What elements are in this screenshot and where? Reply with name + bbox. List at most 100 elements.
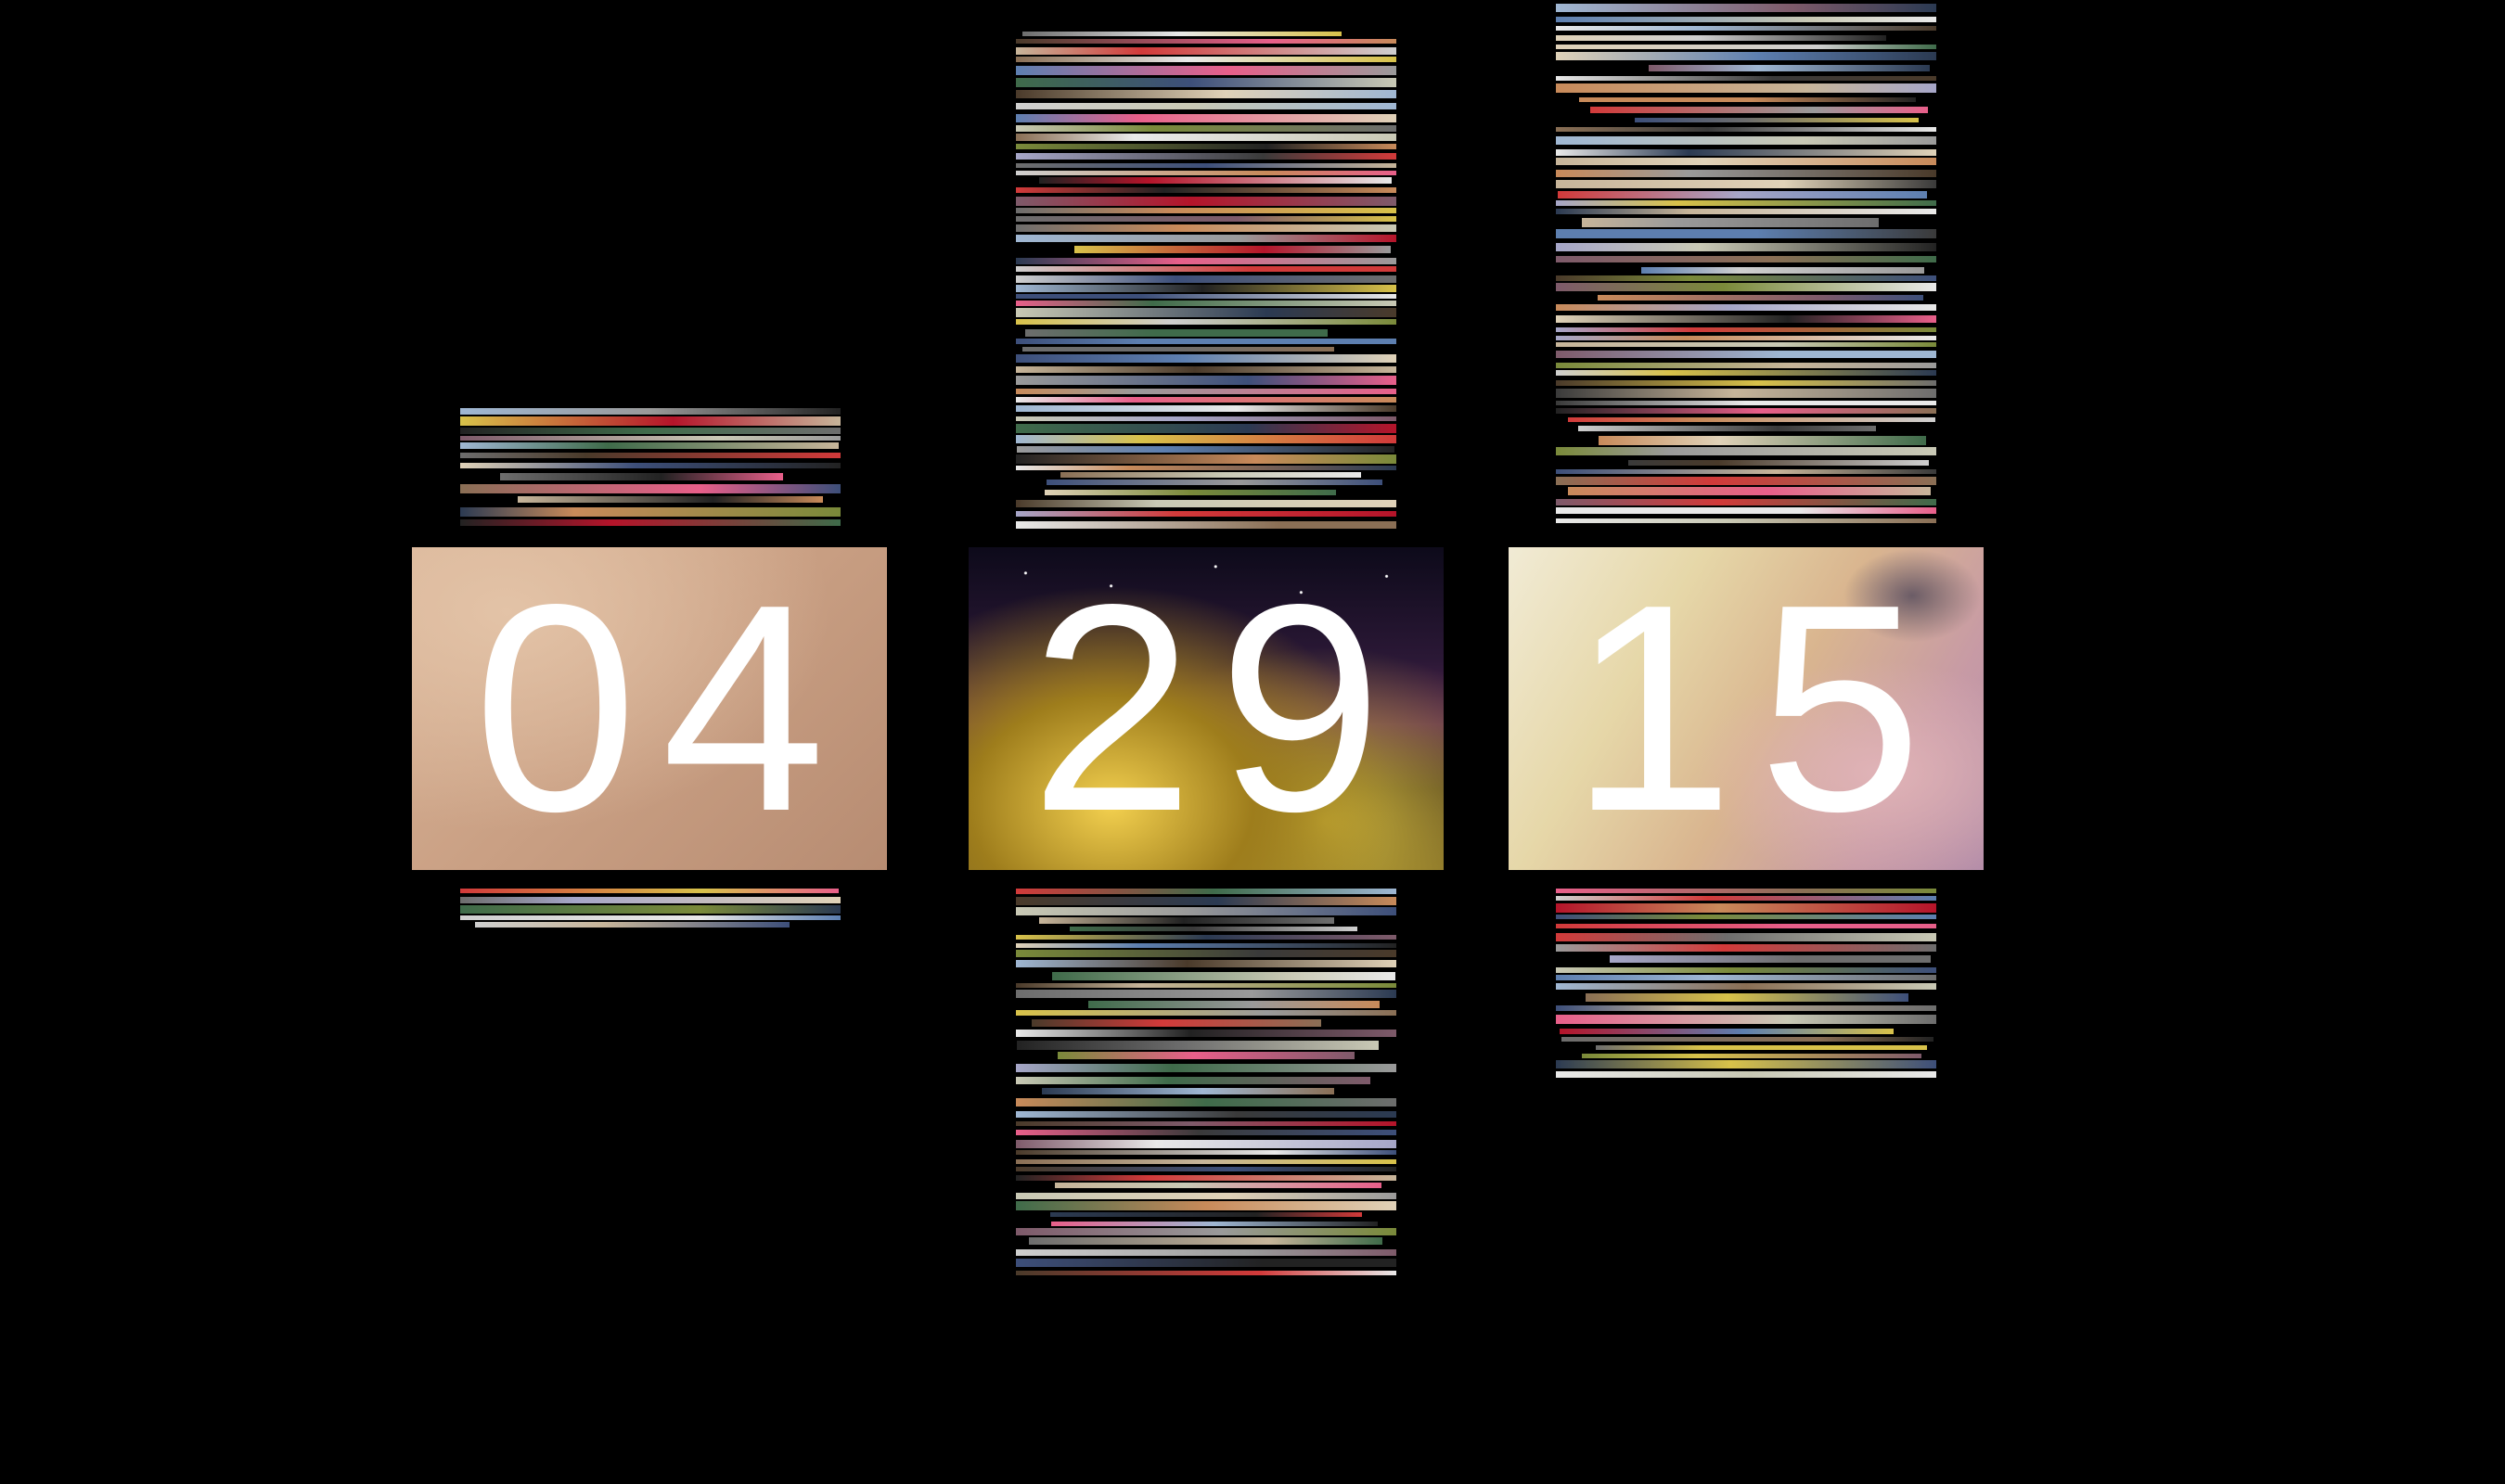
strip-slice [1016,39,1396,44]
strip-slice [1016,216,1396,222]
strip-slice [1016,1064,1396,1072]
day-digits: 29 [1030,547,1407,870]
strip-slice [460,484,841,493]
strip-slice [1016,1121,1396,1126]
strip-slice [1556,26,1936,31]
strip-slice [1017,446,1394,453]
strip-slice [1016,1175,1396,1181]
strip-stack-month-bottom [460,889,841,928]
strip-slice [1556,256,1936,262]
strip-slice [1556,499,1936,505]
strip-slice [1556,1071,1936,1078]
strip-slice [1016,294,1396,299]
strip-slice [1556,336,1936,340]
strip-slice [1016,990,1396,998]
strip-stack-year-top [1556,4,1936,529]
strip-slice [1016,950,1396,957]
strip-slice [1556,327,1936,332]
strip-slice [1556,915,1936,919]
strip-slice [1016,366,1396,373]
strip-slice [518,496,823,503]
strip-slice [1556,967,1936,973]
strip-slice [1017,1041,1379,1050]
year-tile[interactable]: 15 [1509,547,1984,870]
day-tile[interactable]: 29 [969,547,1444,870]
strip-slice [1016,397,1396,403]
strip-slice [1582,218,1879,227]
strip-slice [1556,389,1936,398]
strip-slice [1568,487,1931,495]
strip-slice [1556,83,1936,93]
strip-slice [1556,370,1936,376]
strip-slice [1045,490,1336,495]
strip-slice [475,922,790,928]
strip-slice [1596,1045,1927,1050]
strip-slice [1016,208,1396,213]
strip-stack-year-bottom [1556,889,1936,1081]
strip-slice [1556,518,1936,523]
strip-slice [1556,1060,1936,1068]
strip-slice [1635,118,1919,122]
strip-slice [1016,1228,1396,1235]
strip-slice [1016,103,1396,109]
strip-slice [1029,1237,1382,1245]
strip-slice [1556,304,1936,311]
strip-slice [460,897,841,903]
strip-slice [1556,35,1886,41]
strip-slice [460,436,841,441]
strip-slice [460,442,839,449]
strip-slice [1556,380,1936,386]
strip-slice [1016,1077,1370,1084]
strip-slice [1556,401,1936,405]
strip-slice [1016,275,1396,283]
strip-slice [1558,191,1927,198]
strip-slice [1556,283,1936,291]
strip-slice [1016,308,1396,317]
strip-slice [1016,197,1396,206]
strip-slice [460,453,841,458]
strip-slice [460,416,841,426]
strip-slice [1051,1222,1378,1226]
strip-slice [1016,114,1396,122]
strip-slice [1016,78,1396,87]
strip-slice [1016,1030,1396,1037]
strip-slice [1016,224,1396,232]
strip-slice [1599,436,1926,445]
strip-slice [1016,521,1396,529]
strip-slice [1016,266,1396,272]
strip-slice [1016,376,1396,385]
strip-slice [1556,158,1936,165]
strip-slice [1016,235,1396,242]
strip-slice [460,915,841,920]
strip-slice [1088,1001,1380,1008]
strip-slice [1047,480,1382,485]
strip-slice [1556,136,1936,145]
strip-slice [1556,180,1936,188]
strip-slice [1556,275,1936,281]
strip-slice [1556,447,1936,455]
strip-slice [1556,243,1936,251]
strip-slice [1641,267,1924,274]
strip-slice [1016,1111,1396,1118]
strip-slice [1016,1159,1396,1164]
strip-slice [1016,435,1396,443]
strip-slice [1016,1150,1396,1155]
strip-slice [1590,107,1928,113]
strip-slice [1556,149,1936,156]
strip-slice [460,463,841,468]
strip-slice [1579,97,1916,102]
strip-slice [1022,32,1342,36]
strip-slice [1042,1088,1334,1094]
strip-slice [1016,1201,1396,1210]
strip-slice [1058,1052,1355,1059]
strip-slice [1055,1183,1381,1188]
strip-slice [1556,4,1936,12]
strip-slice [1016,1193,1396,1199]
strip-slice [1016,405,1396,412]
strip-slice [460,408,841,415]
month-tile[interactable]: 04 [412,547,887,870]
strip-slice [1016,90,1396,98]
strip-slice [1556,975,1936,980]
strip-slice [1560,1029,1894,1034]
strip-slice [1556,52,1936,60]
